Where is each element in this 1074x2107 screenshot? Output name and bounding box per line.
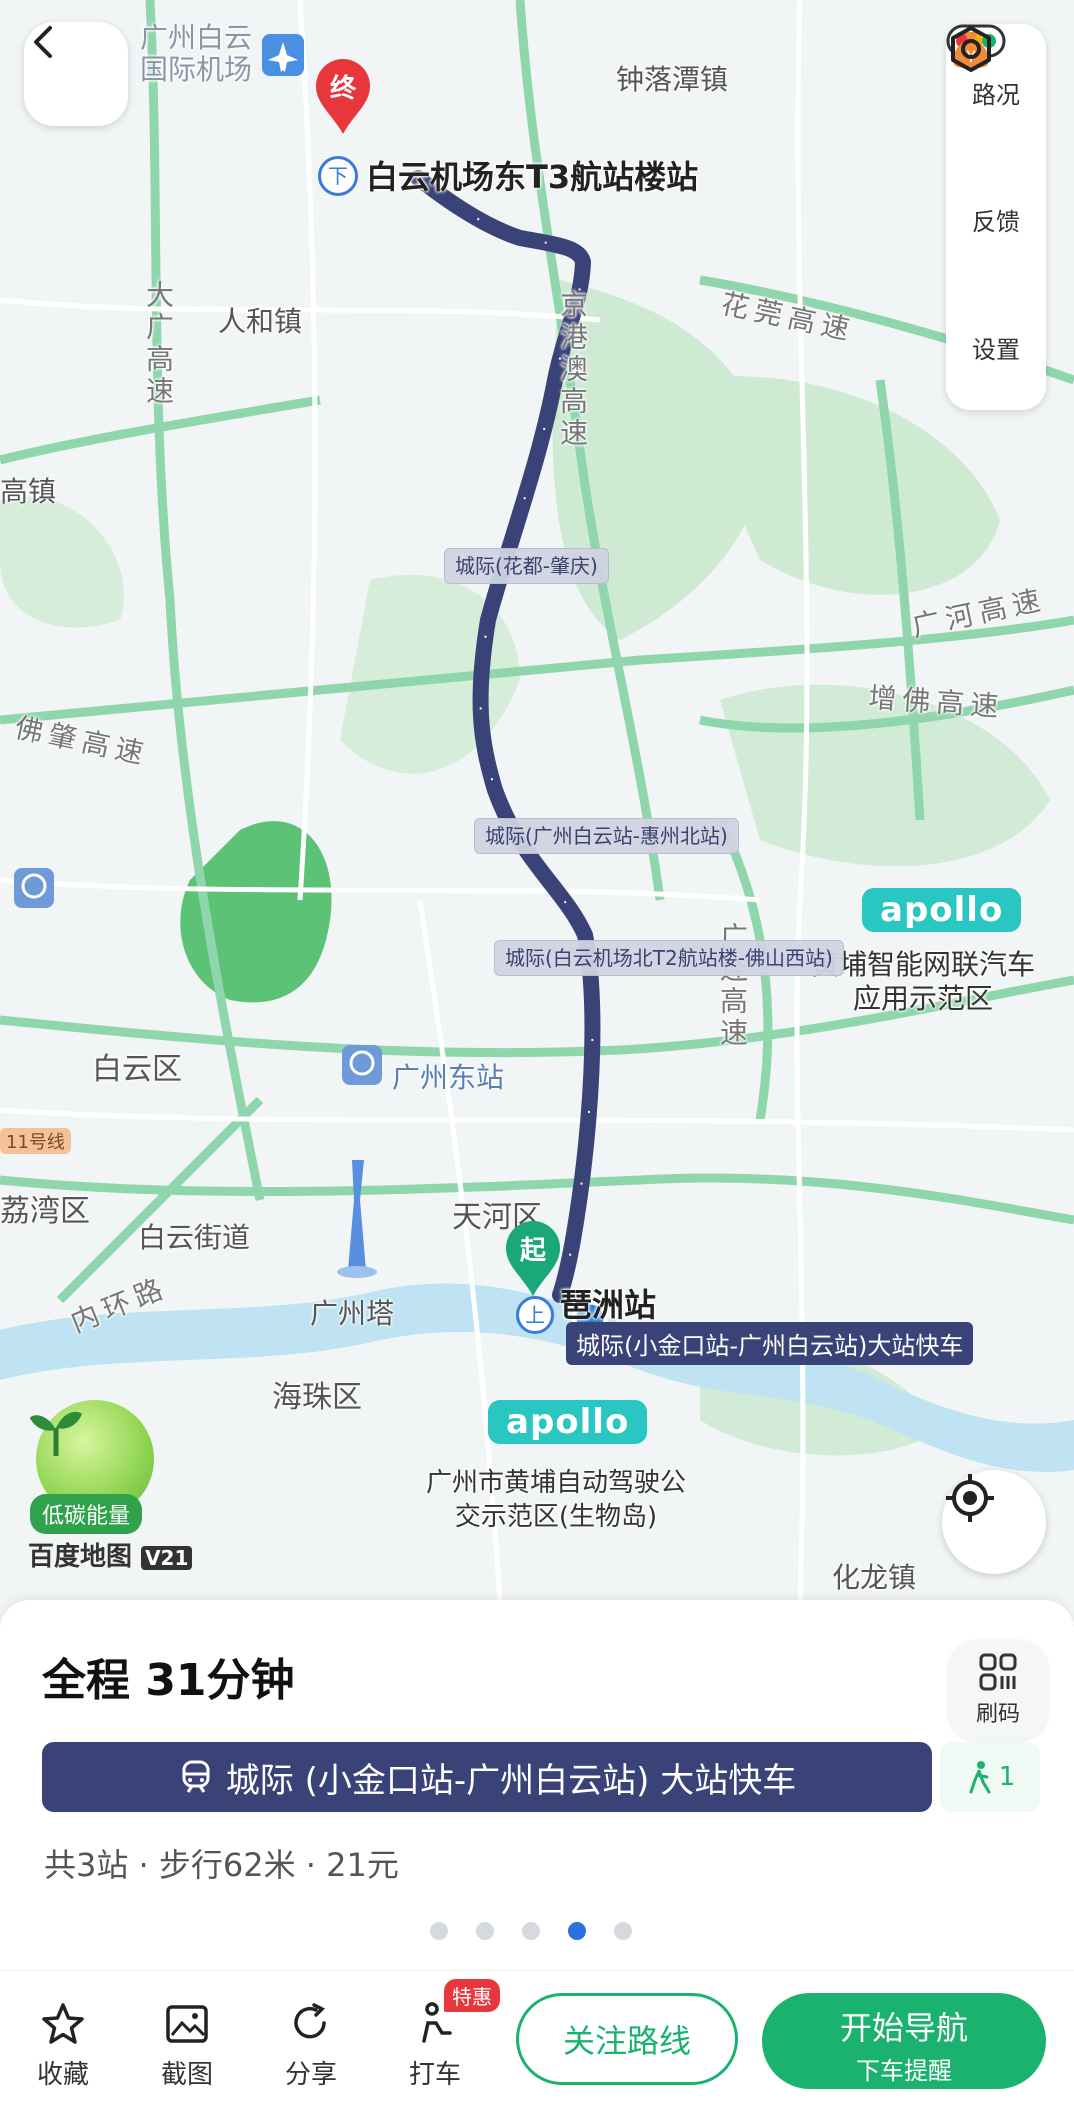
- page-indicator: [430, 1922, 632, 1940]
- map-view[interactable]: 广州白云国际机场 钟落潭镇 人和镇 大广高速 京港澳高速 花莞高速 广河高速 增…: [0, 0, 1074, 1600]
- taxi-label: 打车: [408, 2060, 461, 2090]
- end-station-label: 白云机场东T3航站楼站: [366, 158, 699, 196]
- star-icon: [42, 2003, 84, 2044]
- map-label-airport: 广州白云国际机场: [140, 21, 253, 86]
- map-label-hualong: 化龙镇: [832, 1561, 917, 1594]
- end-pin[interactable]: 终: [312, 56, 374, 136]
- settings-label: 设置: [972, 335, 1020, 364]
- scan-code-label: 刷码: [975, 1702, 1020, 1727]
- apollo-logo: apollo: [488, 1400, 648, 1444]
- page-dot[interactable]: [568, 1922, 586, 1940]
- canton-tower-icon: [337, 1160, 377, 1278]
- share-icon: [294, 2003, 326, 2039]
- taxi-promo-badge: 特惠: [444, 1979, 500, 2012]
- back-button[interactable]: [24, 22, 128, 126]
- taxi-button[interactable]: 打车 特惠: [390, 1979, 500, 2091]
- route-segment-badge: 城际(广州白云站-惠州北站): [474, 818, 739, 854]
- green-area: [680, 376, 1000, 595]
- alight-icon: 下: [318, 156, 358, 196]
- map-label-renhe: 人和镇: [218, 305, 303, 338]
- page-dot[interactable]: [430, 1922, 448, 1940]
- alight-reminder-label: 下车提醒: [856, 2057, 952, 2085]
- feedback-button[interactable]: ¥ 反馈: [946, 32, 1046, 280]
- page-dot[interactable]: [476, 1922, 494, 1940]
- apollo-logo: apollo: [862, 888, 1022, 932]
- page-dot[interactable]: [614, 1922, 632, 1940]
- share-label: 分享: [284, 2060, 337, 2090]
- metro-line-11-badge: 11号线: [0, 1128, 71, 1154]
- walk-count: 1: [998, 1762, 1016, 1792]
- map-label-guangzhou-east: 广州东站: [392, 1061, 505, 1094]
- locate-button[interactable]: [942, 1470, 1046, 1574]
- train-icon: [182, 1760, 210, 1793]
- map-label-gangao: 京港澳高速: [556, 290, 589, 450]
- map-side-controls: 路况 ¥ 反馈 设置: [946, 24, 1046, 410]
- map-label-huangpu-bus: 广州市黄埔自动驾驶公交示范区(生物岛): [425, 1468, 686, 1532]
- map-label-liwan: 荔湾区: [0, 1194, 90, 1229]
- station-icon: [14, 868, 54, 908]
- screenshot-button[interactable]: 截图: [142, 2001, 232, 2091]
- walking-icon: [969, 1761, 991, 1794]
- route-card: 全程 31分钟 刷码 城际 (小金口站-广州白云站) 大站快车 1 共3站 · …: [0, 1600, 1074, 1970]
- airport-icon: [262, 34, 304, 76]
- map-label-zhongluotan: 钟落潭镇: [616, 63, 729, 96]
- bottom-toolbar: 收藏 截图 分享 打车 特惠 关注路线 开始导航 下车提醒: [0, 1970, 1074, 2107]
- board-icon: 上: [516, 1296, 554, 1334]
- chevron-left-icon: [34, 26, 52, 58]
- route-meta: 共3站 · 步行62米 · 21元: [44, 1846, 399, 1884]
- eco-energy-label: 低碳能量: [30, 1494, 143, 1534]
- station-icon: [342, 1045, 382, 1085]
- map-label-canton-tower: 广州塔: [310, 1297, 395, 1330]
- feedback-label: 反馈: [972, 207, 1020, 236]
- settings-button[interactable]: 设置: [946, 26, 1046, 408]
- map-label-daguang: 大广高速: [142, 280, 175, 408]
- map-label-haizhu: 海珠区: [272, 1380, 362, 1415]
- map-label-baiyun-street: 白云街道: [138, 1221, 251, 1254]
- start-navigation-button[interactable]: 开始导航 下车提醒: [762, 1993, 1046, 2089]
- share-button[interactable]: 分享: [266, 2001, 356, 2091]
- gear-icon: [951, 26, 991, 72]
- start-pin[interactable]: 起: [502, 1218, 564, 1298]
- walk-segment[interactable]: 1: [940, 1742, 1040, 1812]
- qr-code-icon: [979, 1653, 1017, 1691]
- start-station-label: 琶洲站: [560, 1286, 657, 1324]
- start-pin-label: 起: [519, 1236, 546, 1266]
- start-navigation-label: 开始导航: [839, 2009, 968, 2047]
- image-icon: [166, 2005, 208, 2043]
- route-duration: 全程 31分钟: [42, 1655, 295, 1706]
- green-area: [0, 496, 124, 628]
- baidu-map-watermark: 百度地图 V21: [28, 1536, 193, 1573]
- map-label-gaozhen: 高镇: [0, 475, 57, 508]
- screenshot-label: 截图: [160, 2060, 213, 2090]
- scan-code-button[interactable]: 刷码: [948, 1640, 1048, 1740]
- route-segment-badge: 城际(白云机场北T2航站楼-佛山西站): [494, 940, 844, 976]
- transit-line-name: 城际 (小金口站-广州白云站) 大站快车: [225, 1760, 797, 1801]
- favorite-button[interactable]: 收藏: [18, 2001, 108, 2091]
- follow-route-button[interactable]: 关注路线: [516, 1993, 738, 2085]
- route-segment-badge: 城际(花都-肇庆): [444, 548, 609, 584]
- favorite-label: 收藏: [36, 2060, 89, 2090]
- locate-icon: [946, 1474, 994, 1522]
- end-pin-label: 终: [329, 74, 356, 104]
- traffic-label: 路况: [972, 80, 1020, 109]
- transit-line-bar[interactable]: 城际 (小金口站-广州白云站) 大站快车: [42, 1742, 932, 1812]
- map-label-baiyun-district: 白云区: [92, 1052, 182, 1087]
- page-dot[interactable]: [522, 1922, 540, 1940]
- route-line-label: 城际(小金口站-广州白云站)大站快车: [566, 1322, 974, 1365]
